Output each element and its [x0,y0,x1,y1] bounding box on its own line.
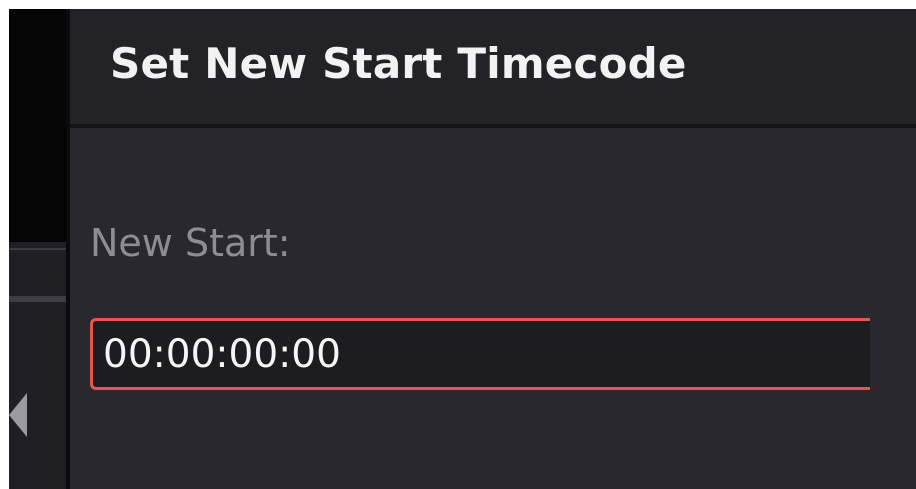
new-start-timecode-input[interactable] [90,318,870,390]
triangle-left-icon[interactable] [9,393,27,437]
panel-track-strip [9,296,66,302]
app-window: Set New Start Timecode New Start: [9,9,916,489]
new-start-label: New Start: [90,221,291,265]
panel-divider [9,248,66,250]
dialog-header: Set New Start Timecode [70,9,916,128]
set-start-timecode-dialog: Set New Start Timecode New Start: [70,9,916,489]
timeline-panel [9,242,66,489]
background-panel [9,9,66,489]
viewer-area [9,9,66,242]
dialog-title: Set New Start Timecode [110,39,687,88]
